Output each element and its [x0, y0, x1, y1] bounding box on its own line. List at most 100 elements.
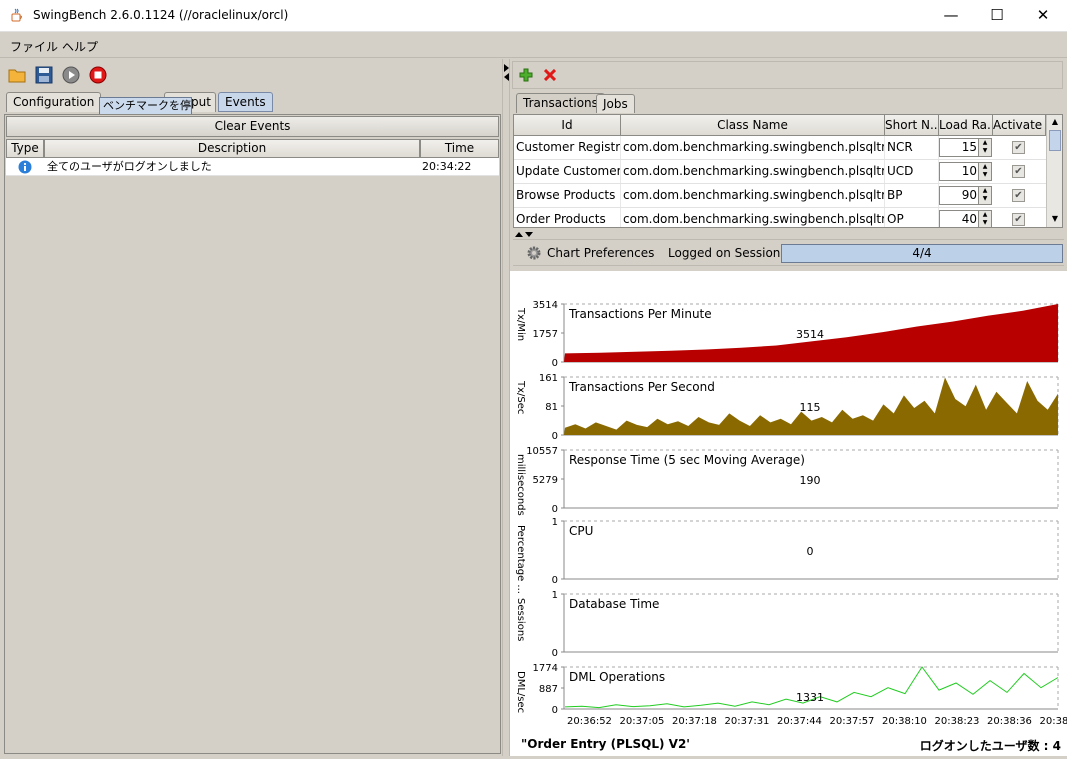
close-button[interactable]: ✕ [1020, 0, 1066, 32]
clear-events-button[interactable]: Clear Events [6, 116, 499, 137]
right-panel: Transactions Jobs Id Class Name Short N.… [510, 59, 1067, 756]
open-folder-icon[interactable] [8, 66, 26, 84]
window-title: SwingBench 2.6.0.1124 (//oraclelinux/orc… [33, 8, 288, 22]
tx-short-name: BP [885, 184, 939, 207]
delete-icon[interactable] [544, 69, 556, 81]
y-tick-label: 1 [552, 517, 558, 528]
table-scrollbar[interactable]: ▲ ▼ [1046, 115, 1062, 227]
load-ratio-spinner[interactable]: 15▲▼ [939, 138, 992, 157]
info-icon [18, 160, 32, 174]
chart-current-value: 0 [807, 545, 814, 558]
spinner-arrows-icon[interactable]: ▲▼ [978, 139, 991, 156]
x-tick-label: 20:37:18 [672, 716, 717, 727]
logged-sessions-progress: 4/4 [781, 244, 1063, 263]
column-header-short-name[interactable]: Short N... [885, 115, 939, 136]
activate-checkbox[interactable]: ✔ [1012, 141, 1025, 154]
scroll-up-icon[interactable]: ▲ [1048, 115, 1062, 129]
load-ratio-spinner[interactable]: 40▲▼ [939, 210, 992, 228]
y-tick-label: 10557 [526, 446, 558, 457]
column-header-type[interactable]: Type [6, 139, 44, 158]
x-tick-label: 20:36:52 [567, 716, 612, 727]
chart-title: Database Time [569, 597, 659, 611]
chart-preferences-button[interactable]: Chart Preferences [547, 246, 654, 260]
chart-preferences-bar: Chart Preferences Logged on Sessions 4/4 [513, 239, 1064, 266]
start-benchmark-icon[interactable] [62, 66, 80, 84]
table-row[interactable]: Browse Products com.dom.benchmarking.swi… [514, 184, 1046, 208]
y-axis-title: DML/sec [515, 671, 526, 713]
divider-arrows-icon[interactable] [514, 231, 534, 238]
activate-checkbox[interactable]: ✔ [1012, 189, 1025, 202]
tab-jobs[interactable]: Jobs [596, 94, 635, 113]
menu-file[interactable]: ファイル [10, 38, 58, 55]
x-tick-label: 20:37:31 [725, 716, 770, 727]
gear-icon[interactable] [527, 246, 541, 260]
chart-title: Transactions Per Minute [568, 307, 712, 321]
event-description: 全てのユーザがログオンしました [47, 158, 212, 176]
column-header-id[interactable]: Id [514, 115, 621, 136]
tx-class-name: com.dom.benchmarking.swingbench.plsqltra… [621, 136, 885, 159]
scroll-down-icon[interactable]: ▼ [1048, 212, 1062, 226]
activate-checkbox[interactable]: ✔ [1012, 213, 1025, 226]
spinner-arrows-icon[interactable]: ▲▼ [978, 163, 991, 180]
tab-configuration[interactable]: Configuration [6, 92, 101, 112]
chart-title: DML Operations [569, 670, 665, 684]
y-tick-label: 81 [545, 402, 558, 413]
events-panel: Clear Events Type Description Time 全てのユー… [4, 114, 501, 754]
load-ratio-value: 10 [962, 163, 977, 180]
spinner-arrows-icon[interactable]: ▲▼ [978, 211, 991, 228]
column-header-activate[interactable]: Activate ? [993, 115, 1046, 136]
left-panel: Configuration put Events ベンチマークを停止 Clear… [0, 59, 505, 756]
activate-checkbox[interactable]: ✔ [1012, 165, 1025, 178]
y-tick-label: 5279 [533, 475, 558, 486]
tx-short-name: NCR [885, 136, 939, 159]
tx-class-name: com.dom.benchmarking.swingbench.plsqltra… [621, 208, 885, 228]
y-tick-label: 161 [539, 373, 558, 384]
menu-help[interactable]: ヘルプ [62, 38, 98, 55]
tx-id: Browse Products [514, 184, 621, 207]
chart-title: Response Time (5 sec Moving Average) [569, 453, 805, 467]
column-header-load-ratio[interactable]: Load Ra... [939, 115, 993, 136]
y-tick-label: 3514 [533, 300, 558, 311]
save-icon[interactable] [35, 66, 53, 84]
column-header-description[interactable]: Description [44, 139, 420, 158]
transactions-table: Id Class Name Short N... Load Ra... Acti… [513, 114, 1063, 228]
tx-id: Update Customer ... [514, 160, 621, 183]
charts-canvas: 351417570Tx/MinTransactions Per Minute35… [510, 271, 1067, 756]
scroll-thumb[interactable] [1049, 130, 1061, 151]
tx-id: Customer Registr... [514, 136, 621, 159]
tx-short-name: UCD [885, 160, 939, 183]
column-header-class-name[interactable]: Class Name [621, 115, 885, 136]
tx-id: Order Products [514, 208, 621, 228]
tx-short-name: OP [885, 208, 939, 228]
stop-benchmark-icon[interactable] [89, 66, 107, 84]
event-time: 20:34:22 [422, 158, 471, 176]
tooltip: ベンチマークを停止 [99, 97, 192, 115]
y-tick-label: 0 [552, 431, 558, 442]
table-row[interactable]: Customer Registr... com.dom.benchmarking… [514, 136, 1046, 160]
collapse-arrows-icon[interactable] [503, 63, 510, 81]
y-tick-label: 887 [539, 684, 558, 695]
x-tick-label: 20:37:44 [777, 716, 822, 727]
chart-current-value: 190 [800, 474, 821, 487]
x-tick-label: 20:38:23 [935, 716, 980, 727]
transactions-toolbar [512, 61, 1063, 89]
column-header-time[interactable]: Time [420, 139, 499, 158]
tab-events[interactable]: Events [218, 92, 273, 112]
minimize-button[interactable]: — [928, 0, 974, 32]
split-pane-divider[interactable] [502, 59, 510, 756]
y-tick-label: 0 [552, 504, 558, 515]
load-ratio-spinner[interactable]: 90▲▼ [939, 186, 992, 205]
tab-transactions[interactable]: Transactions [516, 93, 605, 113]
table-row[interactable]: Order Products com.dom.benchmarking.swin… [514, 208, 1046, 228]
load-ratio-spinner[interactable]: 10▲▼ [939, 162, 992, 181]
tx-class-name: com.dom.benchmarking.swingbench.plsqltra… [621, 160, 885, 183]
y-axis-title: Tx/Min [515, 307, 526, 341]
y-tick-label: 0 [552, 575, 558, 586]
x-tick-label: 20:37:57 [830, 716, 875, 727]
table-row[interactable]: 全てのユーザがログオンしました 20:34:22 [6, 158, 499, 176]
maximize-button[interactable]: ☐ [974, 0, 1020, 32]
spinner-arrows-icon[interactable]: ▲▼ [978, 187, 991, 204]
y-tick-label: 0 [552, 705, 558, 716]
table-row[interactable]: Update Customer ... com.dom.benchmarking… [514, 160, 1046, 184]
add-icon[interactable] [519, 68, 533, 82]
